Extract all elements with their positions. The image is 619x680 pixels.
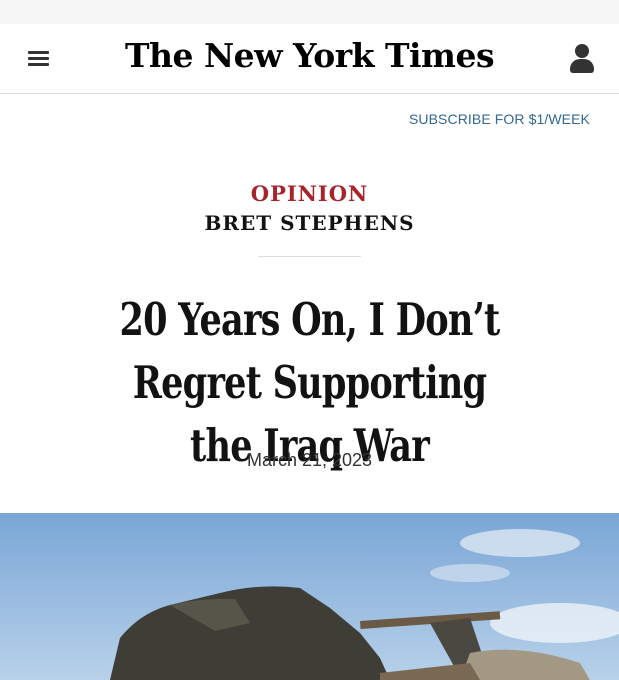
divider [258, 256, 361, 257]
section-kicker[interactable]: OPINION [0, 181, 619, 206]
nyt-logo[interactable]: The New York Times [0, 36, 619, 75]
subscribe-link[interactable]: SUBSCRIBE FOR $1/WEEK [409, 111, 590, 127]
site-header: The New York Times [0, 24, 619, 94]
top-strip [0, 0, 619, 24]
author-byline[interactable]: BRET STEPHENS [0, 211, 619, 235]
hero-image [0, 513, 619, 680]
user-account-icon[interactable] [569, 44, 595, 74]
article-headline: 20 Years On, I Don’t Regret Supporting t… [119, 293, 500, 472]
publish-date: March 21, 2023 [246, 450, 373, 470]
